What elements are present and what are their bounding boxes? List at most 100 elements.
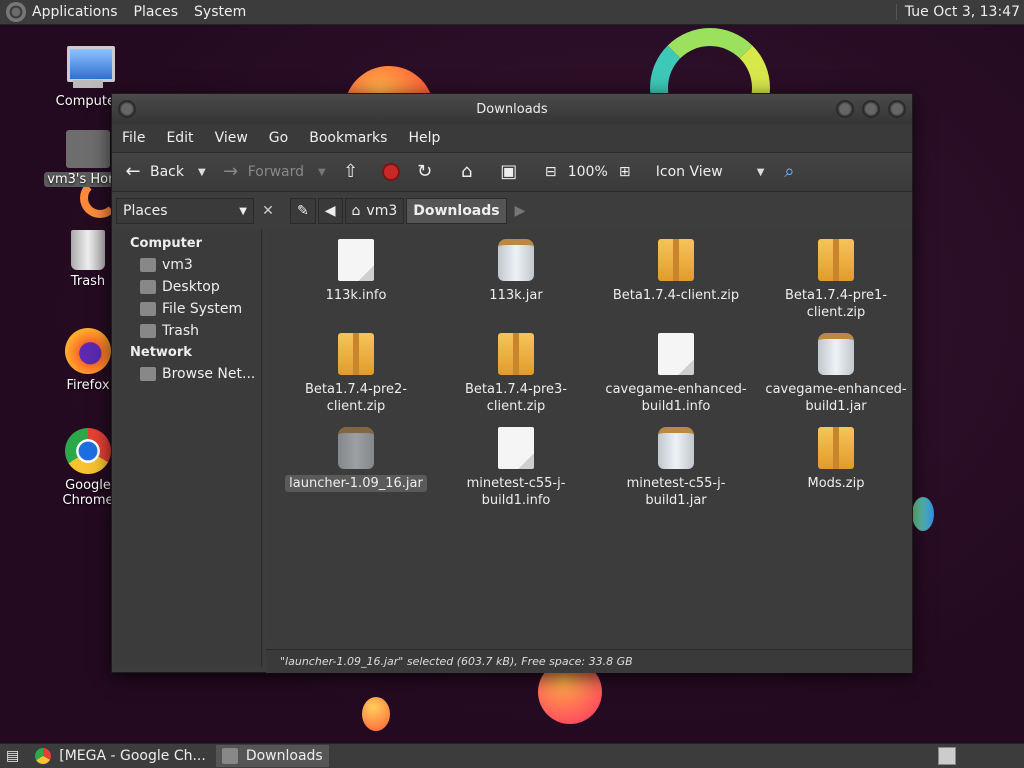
task-label: [MEGA - Google Ch...: [59, 748, 206, 764]
home-folder-icon: ⌂: [351, 203, 361, 219]
file-name: minetest-c55-j-build1.jar: [626, 476, 726, 508]
back-arrow-icon: ←: [125, 161, 141, 182]
file-name: cavegame-enhanced-build1.info: [605, 382, 747, 414]
home-button[interactable]: ⌂: [456, 161, 484, 183]
up-arrow-icon: ⇧: [343, 161, 359, 182]
file-item[interactable]: 113k.jar: [436, 239, 596, 333]
stop-button[interactable]: [381, 163, 400, 181]
task-chrome[interactable]: [MEGA - Google Ch...: [29, 745, 212, 767]
search-button[interactable]: ⌕: [778, 161, 806, 183]
menu-bookmarks[interactable]: Bookmarks: [309, 130, 387, 146]
sidebar-item-label: Browse Net...: [162, 366, 256, 382]
back-label: Back: [150, 164, 184, 180]
menu-edit[interactable]: Edit: [166, 130, 193, 146]
workspace-switcher[interactable]: [938, 747, 956, 765]
firefox-icon: [65, 328, 111, 374]
crumb-downloads[interactable]: Downloads: [406, 198, 507, 224]
file-item[interactable]: Mods.zip: [756, 427, 916, 521]
distro-logo-icon[interactable]: [6, 2, 26, 22]
places-sidebar: Computer vm3 Desktop File System Trash N…: [114, 229, 262, 667]
file-item[interactable]: 113k.info: [276, 239, 436, 333]
view-mode-select[interactable]: Icon View ▼: [656, 164, 765, 180]
jar-file-icon: [658, 427, 694, 469]
file-name: minetest-c55-j-build1.info: [466, 476, 566, 508]
sidebar-item-vm3[interactable]: vm3: [114, 254, 261, 276]
places-select[interactable]: Places ▼: [116, 198, 254, 224]
drive-icon: [140, 302, 156, 316]
computer-icon: ▣: [500, 161, 518, 182]
zoom-out-icon[interactable]: ⊟: [540, 161, 562, 183]
zip-archive-icon: [658, 239, 694, 281]
view-mode-label: Icon View: [655, 164, 723, 180]
sidebar-item-filesystem[interactable]: File System: [114, 298, 261, 320]
crumb-label: vm3: [366, 203, 398, 219]
file-name: cavegame-enhanced-build1.jar: [765, 382, 907, 414]
window-titlebar[interactable]: Downloads: [112, 94, 912, 124]
file-item[interactable]: Beta1.7.4-client.zip: [596, 239, 756, 333]
edit-location-button[interactable]: ✎: [290, 198, 316, 224]
sidebar-item-label: Desktop: [162, 279, 220, 295]
jar-file-icon: [338, 427, 374, 469]
up-button[interactable]: ⇧: [340, 161, 368, 183]
file-item[interactable]: minetest-c55-j-build1.info: [436, 427, 596, 521]
sidebar-heading-computer: Computer: [130, 236, 203, 251]
zoom-controls: ⊟ 100% ⊞: [540, 161, 642, 183]
back-button[interactable]: ← Back ▼: [122, 161, 206, 183]
file-item[interactable]: launcher-1.09_16.jar: [276, 427, 436, 521]
text-document-icon: [338, 239, 374, 281]
computer-button[interactable]: ▣: [498, 161, 526, 183]
task-downloads[interactable]: Downloads: [215, 745, 329, 767]
crumb-left-arrow[interactable]: ◀: [317, 198, 343, 224]
zip-archive-icon: [818, 427, 854, 469]
close-sidebar-icon[interactable]: ✕: [258, 203, 278, 219]
menu-view[interactable]: View: [215, 130, 248, 146]
forward-history-dropdown[interactable]: ▼: [318, 167, 326, 178]
file-item[interactable]: minetest-c55-j-build1.jar: [596, 427, 756, 521]
file-item[interactable]: cavegame-enhanced-build1.jar: [756, 333, 916, 427]
jar-file-icon: [818, 333, 854, 375]
close-button[interactable]: [888, 100, 906, 118]
reload-icon: ↻: [417, 161, 433, 182]
menu-go[interactable]: Go: [269, 130, 288, 146]
breadcrumb: ✎ ◀ ⌂ vm3 Downloads ▶: [290, 198, 533, 224]
reload-button[interactable]: ↻: [414, 161, 442, 183]
sidebar-item-label: Trash: [162, 323, 199, 339]
folder-icon: [221, 748, 238, 764]
file-item[interactable]: Beta1.7.4-pre3-client.zip: [436, 333, 596, 427]
file-item[interactable]: cavegame-enhanced-build1.info: [596, 333, 756, 427]
minimize-button[interactable]: [836, 100, 854, 118]
zoom-in-icon[interactable]: ⊞: [614, 161, 636, 183]
chevron-down-icon: ▼: [239, 205, 247, 217]
places-label: Places: [123, 203, 168, 219]
zip-archive-icon: [818, 239, 854, 281]
window-menu-button[interactable]: [118, 100, 136, 118]
task-label: Downloads: [245, 748, 323, 764]
clock[interactable]: Tue Oct 3, 13:47: [895, 4, 1020, 20]
sidebar-item-desktop[interactable]: Desktop: [114, 276, 261, 298]
back-history-dropdown[interactable]: ▼: [198, 167, 206, 178]
sidebar-item-trash[interactable]: Trash: [114, 320, 261, 342]
file-item[interactable]: Beta1.7.4-pre2-client.zip: [276, 333, 436, 427]
network-icon: [140, 367, 156, 381]
applications-menu[interactable]: Applications: [32, 4, 118, 20]
places-menu[interactable]: Places: [134, 4, 179, 20]
location-bar: Places ▼ ✕ ✎ ◀ ⌂ vm3 Downloads ▶: [112, 193, 912, 229]
home-folder-icon: [140, 258, 156, 272]
file-icon-view[interactable]: 113k.info 113k.jar Beta1.7.4-client.zip Bet…: [266, 229, 912, 647]
file-name: Beta1.7.4-pre3-client.zip: [464, 382, 568, 414]
crumb-right-arrow[interactable]: ▶: [509, 198, 532, 224]
toolbar: ← Back ▼ → Forward ▼ ⇧ ↻ ⌂ ▣ ⊟ 100% ⊞ Ic…: [112, 152, 912, 192]
sidebar-item-browse-network[interactable]: Browse Net...: [114, 363, 261, 385]
menu-file[interactable]: File: [122, 130, 145, 146]
system-menu[interactable]: System: [194, 4, 246, 20]
file-item[interactable]: Beta1.7.4-pre1-client.zip: [756, 239, 916, 333]
chrome-icon: [65, 428, 111, 474]
show-desktop-button[interactable]: ▤: [0, 745, 25, 767]
text-document-icon: [498, 427, 534, 469]
window-title: Downloads: [476, 101, 548, 117]
menu-help[interactable]: Help: [408, 130, 440, 146]
crumb-vm3[interactable]: ⌂ vm3: [344, 198, 405, 224]
wallpaper-shape: [362, 697, 390, 731]
maximize-button[interactable]: [862, 100, 880, 118]
forward-button[interactable]: → Forward ▼: [220, 161, 326, 183]
